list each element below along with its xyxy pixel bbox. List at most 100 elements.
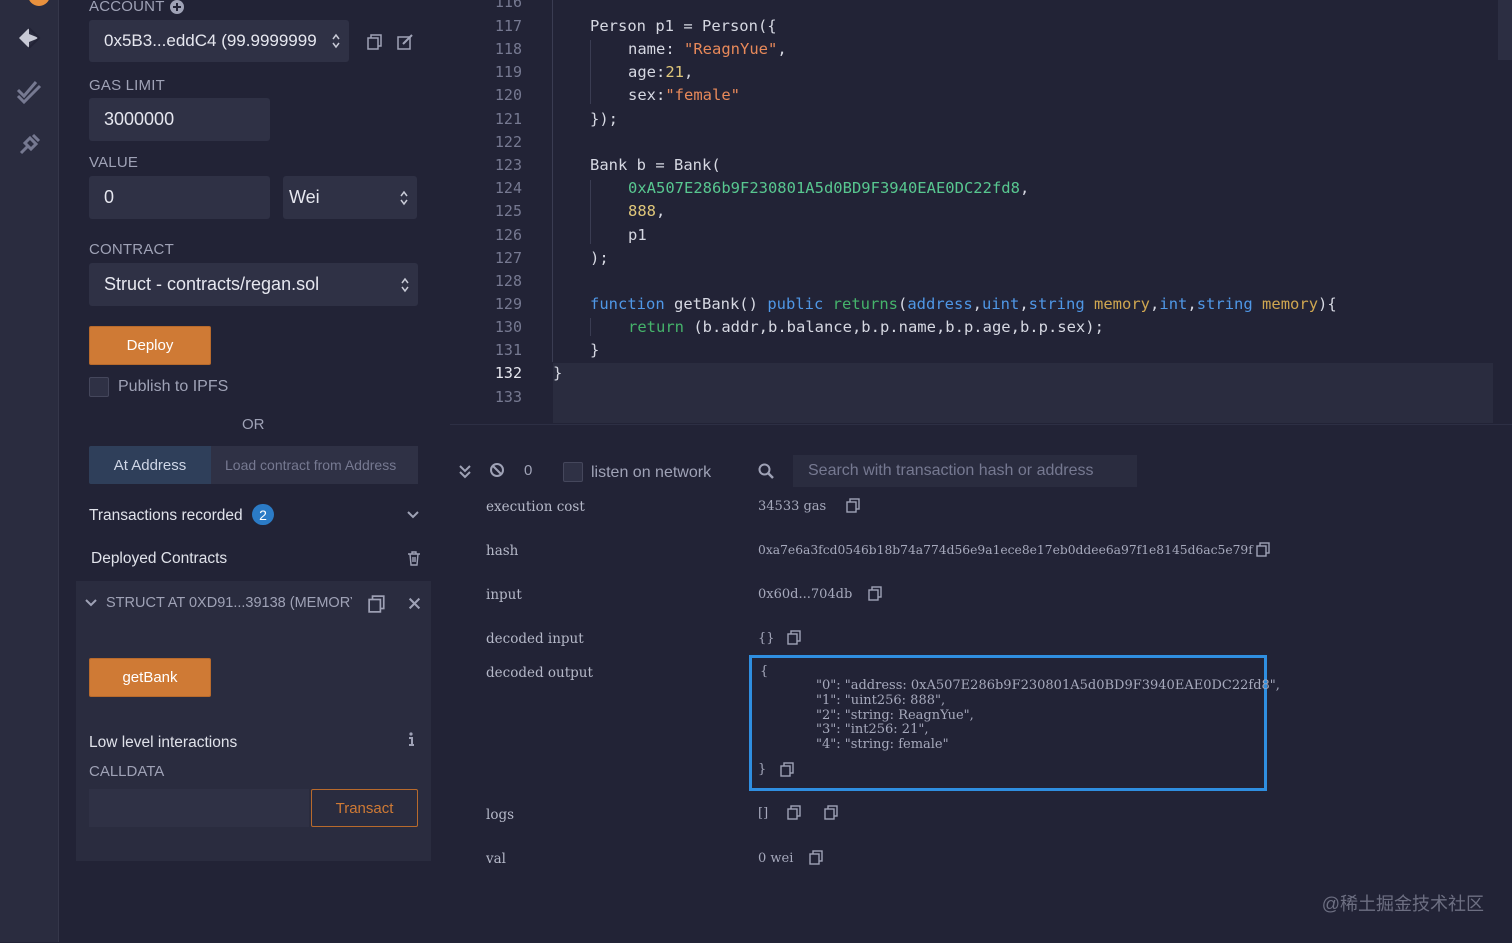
logs-key: logs — [486, 807, 515, 823]
line-number-active: 132 — [494, 364, 522, 382]
chevron-down-icon[interactable] — [405, 507, 421, 523]
copy-icon[interactable] — [868, 586, 882, 601]
line-number: 118 — [494, 40, 522, 58]
calldata-input[interactable] — [89, 789, 309, 827]
getbank-button[interactable]: getBank — [89, 658, 211, 697]
transaction-search-input[interactable]: Search with transaction hash or address — [793, 455, 1137, 487]
account-select[interactable]: 0x5B3...eddC4 (99.9999999 — [89, 20, 349, 62]
input-key: input — [486, 587, 522, 603]
hash-value: 0xa7e6a3fcd0546b18b74a774d56e9a1ece8e17e… — [758, 543, 1253, 557]
plugin-icon[interactable] — [15, 131, 43, 159]
copy-icon[interactable] — [780, 762, 794, 777]
code-line: ); — [590, 249, 609, 267]
line-number: 128 — [494, 272, 522, 290]
code-line: }); — [590, 110, 618, 128]
listen-network-label: listen on network — [591, 464, 712, 481]
decoded-output-line: "1": "uint256: 888", — [816, 693, 946, 708]
code-line: } — [590, 341, 600, 359]
copy-icon[interactable] — [809, 850, 823, 865]
contract-label: CONTRACT — [89, 241, 174, 258]
line-number: 117 — [494, 17, 522, 35]
at-address-button[interactable]: At Address — [89, 446, 211, 484]
deployed-instance-card: STRUCT AT 0XD91...39138 (MEMORY) getBank… — [76, 581, 431, 861]
deploy-panel: ACCOUNT 0x5B3...eddC4 (99.9999999 GAS LI… — [59, 0, 449, 942]
code-line: name: "ReagnYue", — [628, 40, 787, 58]
logs-value: [] — [758, 806, 769, 821]
code-line: p1 — [628, 226, 647, 244]
chevron-updown-icon — [400, 190, 408, 205]
deploy-run-icon[interactable] — [15, 24, 43, 52]
value-input[interactable]: 0 — [89, 176, 270, 219]
decoded-input-value: {} — [758, 631, 775, 646]
line-number: 133 — [494, 388, 522, 406]
line-number: 124 — [494, 179, 522, 197]
pending-count: 0 — [524, 462, 533, 479]
low-level-label: Low level interactions — [89, 734, 238, 751]
gas-limit-input[interactable]: 3000000 — [89, 98, 270, 141]
copy-icon[interactable] — [1256, 542, 1270, 557]
trash-icon[interactable] — [406, 550, 422, 566]
copy-icon[interactable] — [787, 805, 801, 820]
collapse-terminal-icon[interactable] — [458, 463, 472, 479]
line-number: 131 — [494, 341, 522, 359]
indent-guide — [590, 40, 591, 104]
line-number: 123 — [494, 156, 522, 174]
transactions-count-badge: 2 — [252, 504, 274, 525]
copy-icon[interactable] — [787, 630, 801, 645]
decoded-output-close: } — [758, 762, 767, 777]
load-address-input[interactable]: Load contract from Address — [211, 446, 418, 484]
line-number: 116 — [494, 0, 522, 11]
decoded-output-line: "3": "int256: 21", — [816, 722, 929, 737]
code-line: 0xA507E286b9F230801A5d0BD9F3940EAE0DC22f… — [628, 179, 1030, 197]
transactions-recorded-label: Transactions recorded — [89, 507, 243, 524]
contract-value: Struct - contracts/regan.sol — [104, 274, 320, 294]
code-line: Bank b = Bank( — [590, 156, 721, 174]
value-label: VALUE — [89, 154, 139, 171]
indent-guide — [590, 180, 591, 244]
chevron-updown-icon — [332, 33, 340, 49]
gutter-divider — [552, 0, 553, 362]
line-number: 119 — [494, 63, 522, 81]
publish-ipfs-checkbox[interactable] — [89, 377, 109, 397]
decoded-output-key: decoded output — [486, 665, 593, 681]
copy-icon[interactable] — [367, 34, 383, 50]
copy-icon[interactable] — [824, 805, 838, 820]
editor-left-margin — [450, 0, 480, 424]
info-icon[interactable] — [403, 731, 419, 747]
code-line: Person p1 = Person({ — [590, 17, 777, 35]
copy-icon[interactable] — [846, 498, 860, 513]
icon-rail — [0, 0, 59, 942]
line-number: 120 — [494, 86, 522, 104]
account-value: 0x5B3...eddC4 (99.9999999 — [104, 31, 317, 50]
publish-ipfs-label: Publish to IPFS — [118, 378, 229, 395]
search-icon[interactable] — [758, 463, 774, 479]
calldata-label: CALLDATA — [89, 763, 165, 780]
decoded-output-line: "0": "address: 0xA507E286b9F230801A5d0BD… — [816, 678, 1280, 693]
instance-title: STRUCT AT 0XD91...39138 (MEMORY) — [106, 595, 352, 611]
chevron-down-icon[interactable] — [83, 595, 99, 611]
line-number: 130 — [494, 318, 522, 336]
decoded-output-line: "4": "string: female" — [816, 737, 949, 752]
val-value: 0 wei — [758, 851, 794, 866]
code-line: age:21, — [628, 63, 694, 81]
clear-console-icon[interactable] — [489, 462, 505, 478]
copy-icon[interactable] — [368, 595, 386, 613]
double-check-icon[interactable] — [15, 77, 43, 105]
deploy-button[interactable]: Deploy — [89, 326, 211, 365]
indent-guide — [590, 318, 591, 336]
listen-network-checkbox[interactable] — [563, 462, 583, 482]
value-unit-select[interactable]: Wei — [283, 176, 417, 219]
code-line: sex:"female" — [628, 86, 740, 104]
or-divider: OR — [242, 416, 265, 433]
transact-button[interactable]: Transact — [311, 789, 418, 827]
edit-icon[interactable] — [397, 34, 413, 50]
close-icon[interactable] — [408, 597, 421, 610]
contract-select[interactable]: Struct - contracts/regan.sol — [89, 263, 418, 306]
deployed-contracts-label: Deployed Contracts — [91, 550, 228, 567]
add-account-icon[interactable] — [169, 0, 185, 15]
editor-minimap — [1498, 0, 1512, 60]
input-value: 0x60d...704db — [758, 587, 853, 602]
code-line: function getBank() public returns(addres… — [590, 295, 1337, 313]
gas-limit-label: GAS LIMIT — [89, 77, 165, 94]
code-editor[interactable] — [450, 0, 1512, 424]
